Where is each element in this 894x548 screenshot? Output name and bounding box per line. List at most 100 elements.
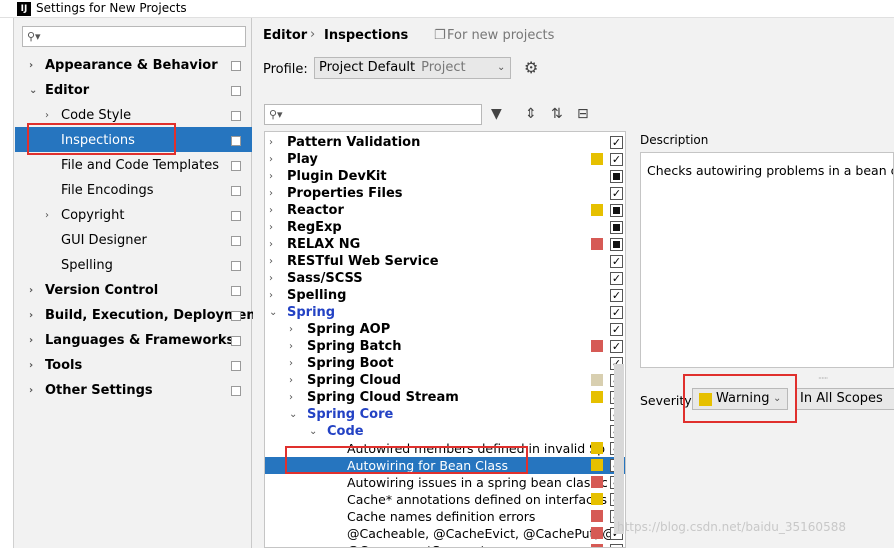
copy-icon [231, 86, 241, 96]
enable-checkbox[interactable] [610, 204, 623, 217]
chevron-right-icon[interactable]: › [29, 53, 33, 78]
description-text: Checks autowiring problems in a bean cla… [647, 163, 893, 178]
enable-checkbox[interactable]: ✓ [610, 544, 623, 547]
gear-icon[interactable]: ⚙ [524, 58, 538, 77]
inspection-row[interactable]: ›Spring Boot✓ [265, 355, 625, 372]
sidebar-item-label: Spelling [61, 258, 113, 273]
scope-dropdown[interactable]: In All Scopes ⌄ [796, 388, 894, 410]
enable-checkbox[interactable]: ✓ [610, 272, 623, 285]
sidebar-item[interactable]: ⌄ Editor [29, 78, 252, 103]
inspection-label: Spring AOP [307, 322, 391, 337]
inspection-label: Pattern Validation [287, 135, 421, 150]
enable-checkbox[interactable]: ✓ [610, 289, 623, 302]
inspection-row[interactable]: › Spring AOP ✓ [265, 321, 625, 338]
chevron-down-icon[interactable]: ⌄ [289, 406, 297, 423]
annotation-box-severity [683, 374, 797, 423]
sidebar-item[interactable]: › Appearance & Behavior [29, 53, 252, 78]
inspection-label: RegExp [287, 220, 342, 235]
chevron-right-icon[interactable]: › [269, 270, 273, 287]
inspection-row[interactable]: › Plugin DevKit [265, 168, 625, 185]
chevron-right-icon[interactable]: › [269, 168, 273, 185]
filter-icon[interactable]: ▼ [491, 106, 502, 122]
sidebar-item[interactable]: Spelling [45, 253, 252, 278]
inspection-row[interactable]: ›Spring Cloud Stream✓ [265, 389, 625, 406]
breadcrumb-editor[interactable]: Editor [263, 28, 307, 43]
collapse-all-icon[interactable]: ⇅ [551, 106, 563, 122]
copy-icon [231, 311, 241, 321]
chevron-right-icon[interactable]: › [289, 389, 293, 406]
inspection-row[interactable]: @Cacheable, @CacheEvict, @CachePut, @✓ [265, 525, 625, 542]
inspection-row[interactable]: Cache* annotations defined on interfaces… [265, 491, 625, 508]
enable-checkbox[interactable] [610, 238, 623, 251]
resize-grip[interactable]: ······ [818, 374, 828, 383]
inspections-tree[interactable]: › Pattern Validation ✓ › Play ✓ › Plugin DevKit… [264, 131, 626, 548]
sidebar-item-label: Build, Execution, Deployment [45, 308, 262, 323]
inspection-row[interactable]: › Sass/SCSS ✓ [265, 270, 625, 287]
inspection-row[interactable]: @ComponentScan setup ✓ [265, 542, 625, 547]
enable-checkbox[interactable]: ✓ [610, 136, 623, 149]
sidebar-item[interactable]: › Tools [29, 353, 252, 378]
reset-icon[interactable]: ⊟ [577, 106, 589, 122]
inspection-row[interactable]: › Spelling ✓ [265, 287, 625, 304]
sidebar-item[interactable]: › Languages & Frameworks [29, 328, 252, 353]
enable-checkbox[interactable]: ✓ [610, 255, 623, 268]
chevron-right-icon[interactable]: › [269, 151, 273, 168]
inspection-row[interactable]: › Properties Files ✓ [265, 185, 625, 202]
chevron-down-icon[interactable]: ⌄ [269, 304, 277, 321]
inspection-row[interactable]: › Spring Batch ✓ [265, 338, 625, 355]
inspection-search-input[interactable]: ⚲▾ [264, 104, 482, 125]
chevron-right-icon[interactable]: › [29, 378, 33, 403]
chevron-right-icon[interactable]: › [289, 355, 293, 372]
inspection-row[interactable]: ⌄Code✓ [265, 423, 625, 440]
chevron-right-icon[interactable]: › [269, 219, 273, 236]
enable-checkbox[interactable]: ✓ [610, 340, 623, 353]
inspection-row[interactable]: ⌄ Spring ✓ [265, 304, 625, 321]
chevron-right-icon[interactable]: › [289, 372, 293, 389]
sidebar-item[interactable]: File and Code Templates [45, 153, 252, 178]
enable-checkbox[interactable] [610, 221, 623, 234]
sidebar-item[interactable]: › Other Settings [29, 378, 252, 403]
list-scrollbar[interactable] [614, 364, 624, 534]
chevron-right-icon[interactable]: › [289, 321, 293, 338]
chevron-down-icon[interactable]: ⌄ [29, 78, 37, 103]
chevron-right-icon[interactable]: › [269, 236, 273, 253]
chevron-right-icon[interactable]: › [29, 278, 33, 303]
sidebar-item[interactable]: › Version Control [29, 278, 252, 303]
enable-checkbox[interactable]: ✓ [610, 153, 623, 166]
sidebar-item[interactable]: › Build, Execution, Deployment [29, 303, 262, 328]
settings-search-input[interactable]: ⚲▾ [22, 26, 246, 47]
inspection-row[interactable]: Cache names definition errors✓ [265, 508, 625, 525]
chevron-right-icon[interactable]: › [29, 353, 33, 378]
inspection-row[interactable]: Autowiring issues in a spring bean class… [265, 474, 625, 491]
profile-dropdown[interactable]: Project Default Project ⌄ [314, 57, 511, 79]
enable-checkbox[interactable]: ✓ [610, 323, 623, 336]
inspection-label: Spring Batch [307, 339, 402, 354]
chevron-right-icon[interactable]: › [289, 338, 293, 355]
chevron-right-icon[interactable]: › [269, 253, 273, 270]
enable-checkbox[interactable]: ✓ [610, 306, 623, 319]
chevron-right-icon[interactable]: › [269, 185, 273, 202]
chevron-right-icon[interactable]: › [29, 328, 33, 353]
inspection-row[interactable]: › RESTful Web Service ✓ [265, 253, 625, 270]
chevron-down-icon[interactable]: ⌄ [309, 423, 317, 440]
expand-all-icon[interactable]: ⇕ [525, 106, 537, 122]
enable-checkbox[interactable] [610, 170, 623, 183]
sidebar-item[interactable]: File Encodings [45, 178, 252, 203]
inspection-row[interactable]: › Play ✓ [265, 151, 625, 168]
inspection-row[interactable]: › Reactor [265, 202, 625, 219]
chevron-right-icon[interactable]: › [269, 134, 273, 151]
inspection-row[interactable]: ›Spring Cloud✓ [265, 372, 625, 389]
sidebar-item[interactable]: GUI Designer [45, 228, 252, 253]
inspection-row[interactable]: ⌄Spring Core✓ [265, 406, 625, 423]
sidebar-item[interactable]: › Copyright [45, 203, 252, 228]
copy-icon [231, 386, 241, 396]
inspection-row[interactable]: › RELAX NG [265, 236, 625, 253]
chevron-right-icon[interactable]: › [29, 303, 33, 328]
enable-checkbox[interactable]: ✓ [610, 187, 623, 200]
inspection-label: Plugin DevKit [287, 169, 387, 184]
chevron-right-icon[interactable]: › [45, 203, 49, 228]
inspection-row[interactable]: › RegExp [265, 219, 625, 236]
chevron-right-icon[interactable]: › [269, 287, 273, 304]
chevron-right-icon[interactable]: › [269, 202, 273, 219]
inspection-row[interactable]: › Pattern Validation ✓ [265, 134, 625, 151]
